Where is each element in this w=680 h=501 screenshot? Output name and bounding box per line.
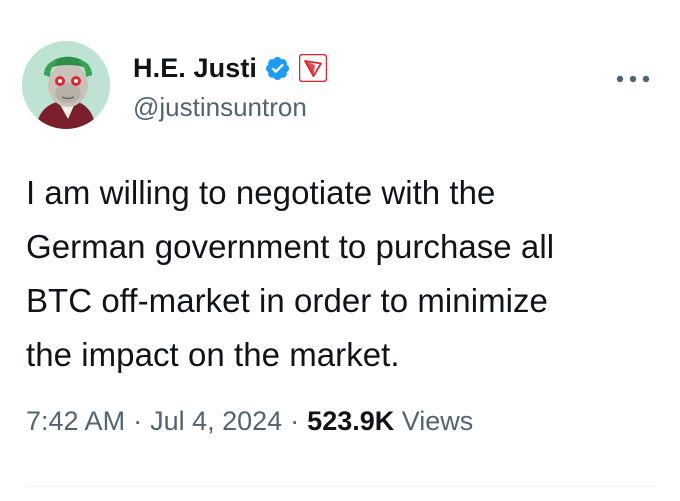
avatar[interactable]: [22, 41, 110, 129]
tweet-text: I am willing to negotiate with the Germa…: [26, 166, 656, 382]
author-handle[interactable]: @justinsuntron: [133, 92, 307, 123]
tweet-text-line: BTC off-market in order to minimize: [26, 282, 548, 319]
meta-separator: ·: [290, 406, 300, 436]
author-display-name[interactable]: H.E. Justi: [133, 53, 257, 84]
verified-badge-icon[interactable]: [264, 55, 291, 82]
tweet-time[interactable]: 7:42 AM: [26, 406, 125, 436]
ape-avatar-icon: [22, 41, 110, 129]
tweet-meta: 7:42 AM · Jul 4, 2024 · 523.9K Views: [26, 406, 473, 437]
views-count: 523.9K: [307, 406, 395, 436]
divider: [26, 486, 656, 487]
meta-separator: ·: [133, 406, 143, 436]
tweet-text-line: German government to purchase all: [26, 228, 555, 265]
tweet-card: H.E. Justi @justinsuntron I am willing t…: [0, 0, 680, 501]
more-dots-icon: [616, 75, 650, 83]
tweet-date[interactable]: Jul 4, 2024: [150, 406, 282, 436]
tron-logo-icon[interactable]: [298, 53, 328, 83]
views-label: Views: [401, 406, 474, 436]
tweet-text-line: the impact on the market.: [26, 336, 400, 373]
tweet-text-line: I am willing to negotiate with the: [26, 174, 496, 211]
author-name-row: H.E. Justi: [133, 50, 328, 86]
more-options-button[interactable]: [611, 64, 655, 94]
